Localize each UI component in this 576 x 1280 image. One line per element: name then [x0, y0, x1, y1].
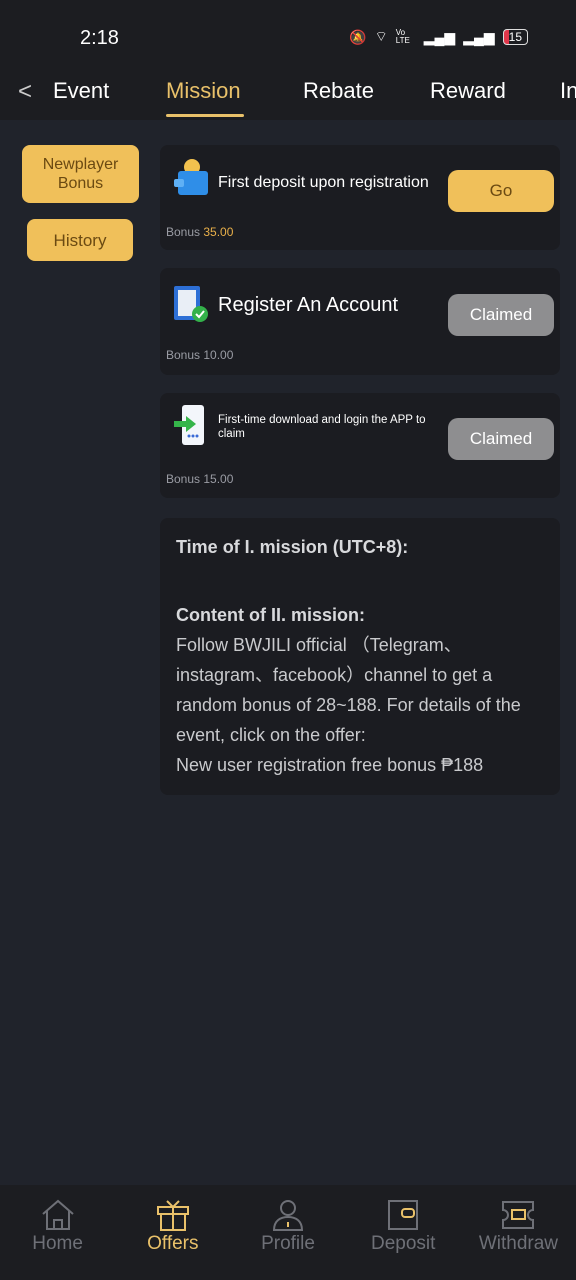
claimed-button[interactable]: Claimed	[448, 418, 554, 460]
tab-mission[interactable]: Mission	[166, 78, 241, 104]
wifi-icon: ⌔	[374, 28, 388, 44]
tab-rebate[interactable]: Rebate	[303, 78, 374, 104]
bonus-text: Bonus 15.00	[166, 472, 234, 486]
phone-login-icon	[174, 405, 204, 445]
mission-title: First-time download and login the APP to…	[218, 414, 426, 440]
gift-icon	[156, 1200, 189, 1231]
mission-card: First deposit upon registration Go Bonus…	[160, 145, 560, 250]
nav-withdraw[interactable]: Withdraw	[461, 1185, 576, 1280]
nav-deposit[interactable]: Deposit	[346, 1185, 461, 1280]
back-icon[interactable]: <	[18, 78, 32, 106]
nav-profile[interactable]: Profile	[230, 1185, 345, 1280]
mission-rules: Time of I. mission (UTC+8): Content of I…	[160, 518, 560, 795]
home-icon	[41, 1199, 74, 1230]
profile-icon	[272, 1200, 304, 1231]
tab-bar: < Event Mission Rebate Reward In	[0, 62, 576, 120]
bottom-nav: Home Offers Profile Deposit Withdraw	[0, 1185, 576, 1280]
mission-title: Register An Account	[218, 294, 399, 316]
tab-reward[interactable]: Reward	[430, 78, 506, 104]
offer-link[interactable]: New user registration free bonus ₱188	[176, 750, 544, 780]
history-button[interactable]: History	[27, 219, 133, 261]
go-button[interactable]: Go	[448, 170, 554, 212]
wallet-coin-icon	[174, 159, 208, 195]
wallet-icon	[388, 1200, 419, 1230]
signal-icon-2: ▂▄▆	[463, 28, 495, 45]
nav-offers[interactable]: Offers	[115, 1185, 230, 1280]
mission-card: First-time download and login the APP to…	[160, 393, 560, 498]
mission-title: First deposit upon registration	[218, 174, 429, 191]
status-bar: 2:18 🔕 ⌔ Vo LTE ▂▄▆ ▂▄▆ 15	[0, 0, 576, 62]
withdraw-ticket-icon	[502, 1201, 535, 1229]
nav-home[interactable]: Home	[0, 1185, 115, 1280]
clipboard-check-icon	[174, 286, 208, 322]
tab-event[interactable]: Event	[53, 78, 109, 104]
active-tab-indicator	[166, 114, 244, 117]
status-icons: 🔕 ⌔ Vo LTE ▂▄▆ ▂▄▆ 15	[349, 28, 528, 46]
mute-icon: 🔕	[349, 28, 367, 45]
bonus-text: Bonus 35.00	[166, 225, 234, 239]
newplayer-bonus-button[interactable]: Newplayer Bonus	[22, 145, 139, 203]
clock: 2:18	[80, 27, 119, 49]
signal-icon: ▂▄▆	[423, 28, 456, 45]
mission-card: Register An Account Claimed Bonus 10.00	[160, 268, 560, 375]
battery-icon: 15	[502, 29, 528, 45]
bonus-text: Bonus 10.00	[166, 348, 234, 362]
content-heading: Content of II. mission:	[176, 605, 365, 625]
time-heading: Time of I. mission (UTC+8):	[176, 537, 409, 557]
claimed-button[interactable]: Claimed	[448, 294, 554, 336]
tab-more[interactable]: In	[560, 78, 576, 104]
content-text: Follow BWJILI official （Telegram、instagr…	[176, 635, 521, 745]
volte-icon: Vo LTE	[395, 28, 410, 45]
